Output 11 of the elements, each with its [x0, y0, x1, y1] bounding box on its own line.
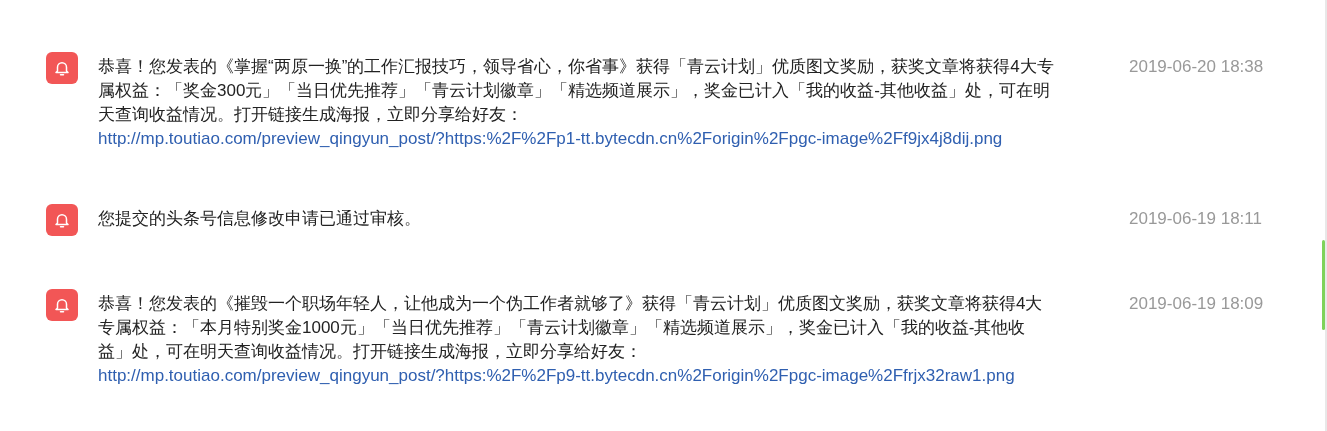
notification-time: 2019-06-19 18:11 — [1129, 208, 1262, 230]
notification-message: 恭喜！您发表的《摧毁一个职场年轻人，让他成为一个伪工作者就够了》获得「青云计划」优质图文奖励，获奖文章将获得4大专属权益：「本月特别奖金1000元」「当日优先推荐」「青云计划徽章」「精选频道展示」，奖金已计入「我的收益-其他收益」处，可在明天查询收益情况。打开链接生成海报，立即分享给好友： http://mp.toutiao.com/preview_qingyun_post/?https:%2F%2Fp9-tt.bytecdn.cn%2Forigin%2Fpgc-image%2Ffrjx32raw1.png — [98, 292, 1058, 388]
notification-time: 2019-06-19 18:09 — [1129, 293, 1264, 315]
notification-message: 您提交的头条号信息修改申请已通过审核。 — [98, 208, 422, 230]
bell-icon — [46, 204, 78, 236]
share-link[interactable]: http://mp.toutiao.com/preview_qingyun_post/?https:%2F%2Fp1-tt.bytecdn.cn%2Forigin%2Fpgc-image%2Ff9jx4j8dij.png — [98, 127, 1058, 151]
share-link[interactable]: http://mp.toutiao.com/preview_qingyun_post/?https:%2F%2Fp9-tt.bytecdn.cn%2Forigin%2Fpgc-image%2Ffrjx32raw1.png — [98, 364, 1058, 388]
bell-icon — [46, 289, 78, 321]
notification-time: 2019-06-20 18:38 — [1129, 56, 1264, 78]
bell-icon — [46, 52, 78, 84]
notification-message: 恭喜！您发表的《掌握“两原一换”的工作汇报技巧，领导省心，你省事》获得「青云计划」优质图文奖励，获奖文章将获得4大专属权益：「奖金300元」「当日优先推荐」「青云计划徽章」「精选频道展示」，奖金已计入「我的收益-其他收益」处，可在明天查询收益情况。打开链接生成海报，立即分享给好友： http://mp.toutiao.com/preview_qingyun_post/?https:%2F%2Fp1-tt.bytecdn.cn%2Forigin%2Fpgc-image%2Ff9jx4j8dij.png — [98, 55, 1058, 151]
